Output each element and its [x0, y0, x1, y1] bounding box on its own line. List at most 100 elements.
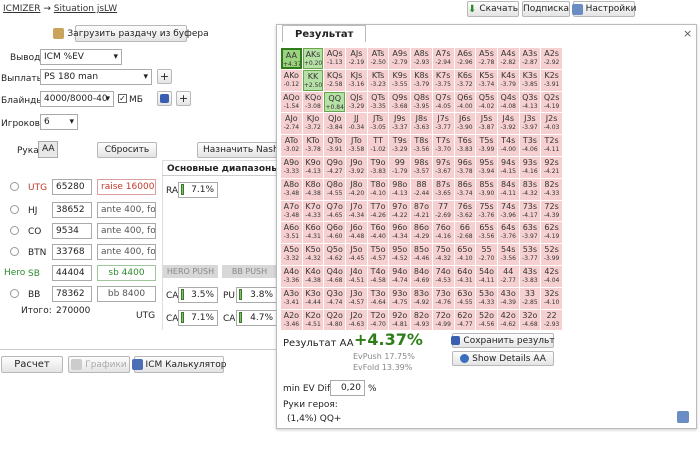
hand-cell[interactable]: K4s -3.79: [497, 69, 519, 91]
hand-cell[interactable]: A9s -2.79: [389, 48, 411, 69]
hand-cell[interactable]: A9o -3.33: [281, 156, 302, 178]
player-radio[interactable]: [10, 247, 19, 256]
hand-cell[interactable]: QTs -3.35: [367, 91, 389, 113]
hand-cell[interactable]: K3o -4.44: [302, 287, 324, 309]
hand-cell[interactable]: Q9s -3.68: [389, 91, 411, 113]
hand-cell[interactable]: JJ -0.34: [346, 113, 367, 135]
hand-cell[interactable]: Q4s -4.08: [497, 91, 519, 113]
hand-cell[interactable]: 97s -3.67: [432, 156, 454, 178]
hand-cell[interactable]: K8o -4.38: [302, 178, 324, 200]
bb-push-tab[interactable]: BB PUSH: [222, 265, 277, 278]
hand-cell[interactable]: K9o -4.13: [302, 156, 324, 178]
hand-cell[interactable]: 43o -4.39: [497, 287, 519, 309]
hand-cell[interactable]: 32s -4.10: [541, 287, 562, 309]
hand-cell[interactable]: A5s -2.78: [476, 48, 497, 69]
hand-cell[interactable]: T5o -4.57: [367, 244, 389, 265]
hand-cell[interactable]: T4o -4.58: [367, 265, 389, 287]
hand-cell[interactable]: A5o -3.32: [281, 244, 302, 265]
hand-cell[interactable]: Q4o -4.68: [324, 265, 346, 287]
hand-cell[interactable]: 75s -3.76: [476, 200, 497, 222]
player-stack-input[interactable]: 44404: [52, 265, 92, 281]
hand-cell[interactable]: 62o -4.77: [454, 309, 476, 331]
hand-cell[interactable]: AJs -2.19: [346, 48, 367, 69]
min-ev-input[interactable]: 0,20: [330, 380, 365, 396]
hand-cell[interactable]: 93s -4.16: [519, 156, 541, 178]
hand-cell[interactable]: T8s -3.56: [411, 135, 432, 156]
player-action-field[interactable]: raise 16000: [97, 179, 156, 195]
hand-cell[interactable]: KTs -3.23: [367, 69, 389, 91]
hand-cell[interactable]: J5o -4.45: [346, 244, 367, 265]
hand-cell[interactable]: 53o -4.33: [476, 287, 497, 309]
hand-cell[interactable]: J9s -3.37: [389, 113, 411, 135]
hand-cell[interactable]: Q6s -4.00: [454, 91, 476, 113]
hand-cell[interactable]: K4o -4.38: [302, 265, 324, 287]
hand-cell[interactable]: T7o -4.26: [367, 200, 389, 222]
hand-cell[interactable]: 82s -4.33: [541, 178, 562, 200]
hand-cell[interactable]: 44 -2.77: [497, 265, 519, 287]
hand-cell[interactable]: Q8s -3.95: [411, 91, 432, 113]
player-radio[interactable]: [10, 205, 19, 214]
hand-cell[interactable]: T2s -4.11: [541, 135, 562, 156]
hand-cell[interactable]: K7s -3.75: [432, 69, 454, 91]
hand-cell[interactable]: 99 -1.79: [389, 156, 411, 178]
hand-cell[interactable]: A6s -2.96: [454, 48, 476, 69]
hand-cell[interactable]: 54s -3.56: [497, 244, 519, 265]
ca1-range-field[interactable]: 3.5%: [178, 287, 218, 303]
hand-cell[interactable]: A7s -2.94: [432, 48, 454, 69]
hand-cell[interactable]: A4o -3.36: [281, 265, 302, 287]
hand-cell[interactable]: K5o -4.32: [302, 244, 324, 265]
hand-cell[interactable]: K2o -4.51: [302, 309, 324, 331]
save-result-button[interactable]: Сохранить результ: [451, 333, 555, 348]
hand-cell[interactable]: 75o -4.32: [432, 244, 454, 265]
hand-cell[interactable]: 96o -4.34: [389, 222, 411, 244]
hand-cell[interactable]: T8o -4.10: [367, 178, 389, 200]
player-stack-input[interactable]: 38652: [52, 202, 92, 218]
hand-cell[interactable]: Q6o -4.60: [324, 222, 346, 244]
hand-cell[interactable]: J3o -4.57: [346, 287, 367, 309]
ca3-range-field[interactable]: 4.7%: [236, 310, 277, 326]
hand-cell[interactable]: AKo -0.12: [281, 69, 302, 91]
hand-cell[interactable]: T3s -4.06: [519, 135, 541, 156]
hand-cell[interactable]: A7o -3.48: [281, 200, 302, 222]
hand-cell[interactable]: Q2s -4.19: [541, 91, 562, 113]
hand-cell[interactable]: K6s -3.72: [454, 69, 476, 91]
bb-checkbox[interactable]: ✓: [118, 94, 127, 103]
player-stack-input[interactable]: 9534: [52, 223, 92, 239]
hand-cell[interactable]: 85o -4.46: [411, 244, 432, 265]
hand-cell[interactable]: AA +4.37: [281, 48, 302, 69]
hand-cell[interactable]: 74o -4.53: [432, 265, 454, 287]
hand-cell[interactable]: Q5s -4.02: [476, 91, 497, 113]
hand-cell[interactable]: 88 -2.44: [411, 178, 432, 200]
hand-cell[interactable]: 33 -2.85: [519, 287, 541, 309]
hand-cell[interactable]: J6o -4.48: [346, 222, 367, 244]
show-details-button[interactable]: Show Details AA: [452, 351, 554, 366]
hand-cell[interactable]: 66 -2.68: [454, 222, 476, 244]
pu-range-field[interactable]: 3.8%: [236, 287, 277, 303]
hand-cell[interactable]: T4s -4.00: [497, 135, 519, 156]
hand-cell[interactable]: QTo -3.91: [324, 135, 346, 156]
close-icon[interactable]: ×: [683, 27, 692, 40]
hand-cell[interactable]: KJs -3.16: [346, 69, 367, 91]
hand-cell[interactable]: JTo -3.58: [346, 135, 367, 156]
hand-cell[interactable]: 65s -3.56: [476, 222, 497, 244]
hand-cell[interactable]: K5s -3.74: [476, 69, 497, 91]
graphs-button[interactable]: Графики: [68, 356, 130, 373]
hand-cell[interactable]: Q7s -4.05: [432, 91, 454, 113]
hand-cell[interactable]: T9s -3.29: [389, 135, 411, 156]
hand-cell[interactable]: A6o -3.51: [281, 222, 302, 244]
hand-cell[interactable]: AJo -2.74: [281, 113, 302, 135]
hand-cell[interactable]: 85s -3.90: [476, 178, 497, 200]
hand-cell[interactable]: 83s -4.32: [519, 178, 541, 200]
player-action-field[interactable]: sb 4400: [97, 265, 156, 281]
hand-cell[interactable]: J9o -3.92: [346, 156, 367, 178]
hand-cell[interactable]: 22 -2.93: [541, 309, 562, 331]
hand-cell[interactable]: 86o -4.29: [411, 222, 432, 244]
hand-cell[interactable]: 87o -4.21: [411, 200, 432, 222]
hand-cell[interactable]: 43s -3.83: [519, 265, 541, 287]
hand-cell[interactable]: 82o -4.93: [411, 309, 432, 331]
payouts-select[interactable]: PS 180 man: [40, 69, 152, 85]
hand-cell[interactable]: 77 -2.69: [432, 200, 454, 222]
subscribe-button[interactable]: Подписка: [522, 1, 570, 17]
hand-cell[interactable]: Q3o -4.74: [324, 287, 346, 309]
blinds-select[interactable]: 4000/8000-40: [40, 91, 114, 107]
